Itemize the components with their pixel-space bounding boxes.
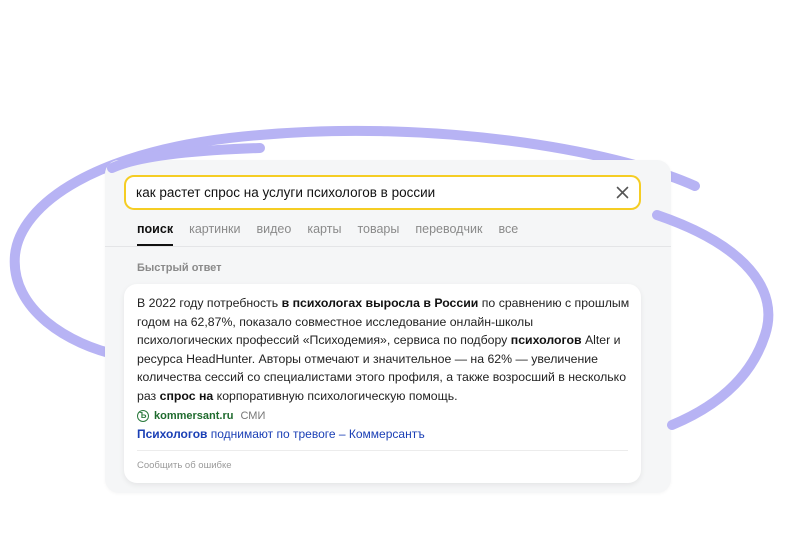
answer-text-part: В 2022 году потребность <box>137 296 282 310</box>
source-article-link[interactable]: Психологов поднимают по тревоге – Коммер… <box>137 427 425 441</box>
tab-maps[interactable]: карты <box>307 222 341 242</box>
clear-search-button[interactable] <box>612 182 633 203</box>
tabs-divider <box>105 246 671 247</box>
search-input[interactable] <box>136 177 606 208</box>
answer-text-highlight: спрос на <box>159 388 214 403</box>
report-error-link[interactable]: Сообщить об ошибке <box>137 460 232 471</box>
answer-divider <box>137 450 628 451</box>
close-icon <box>616 186 629 199</box>
tab-images[interactable]: картинки <box>189 222 240 242</box>
search-results-card: поиск картинки видео карты товары перево… <box>105 160 671 493</box>
source-domain-link[interactable]: kommersant.ru <box>154 410 233 422</box>
tab-products[interactable]: товары <box>357 222 399 242</box>
source-type-tag: СМИ <box>240 410 266 422</box>
source-row: Ъ kommersant.ru СМИ <box>137 408 265 424</box>
source-link-text: поднимают по тревоге – Коммерсантъ <box>207 427 425 441</box>
source-link-highlight: Психологов <box>137 427 208 441</box>
tab-all[interactable]: все <box>498 222 518 242</box>
tab-video[interactable]: видео <box>257 222 292 242</box>
search-box[interactable] <box>124 175 641 210</box>
answer-text-highlight: в психологах выросла в России <box>281 296 479 310</box>
tab-translator[interactable]: переводчик <box>415 222 482 242</box>
quick-answer-card: В 2022 году потребность в психологах выр… <box>124 284 641 483</box>
tab-search[interactable]: поиск <box>137 222 174 246</box>
quick-answer-text: В 2022 году потребность в психологах выр… <box>137 294 632 406</box>
answer-text-highlight: психологов <box>510 333 582 348</box>
kommersant-logo-icon: Ъ <box>137 410 149 422</box>
search-tabs: поиск картинки видео карты товары перево… <box>137 222 534 246</box>
quick-answer-title: Быстрый ответ <box>137 262 222 274</box>
answer-text-part: корпоративную психологическую помощь. <box>213 388 458 403</box>
